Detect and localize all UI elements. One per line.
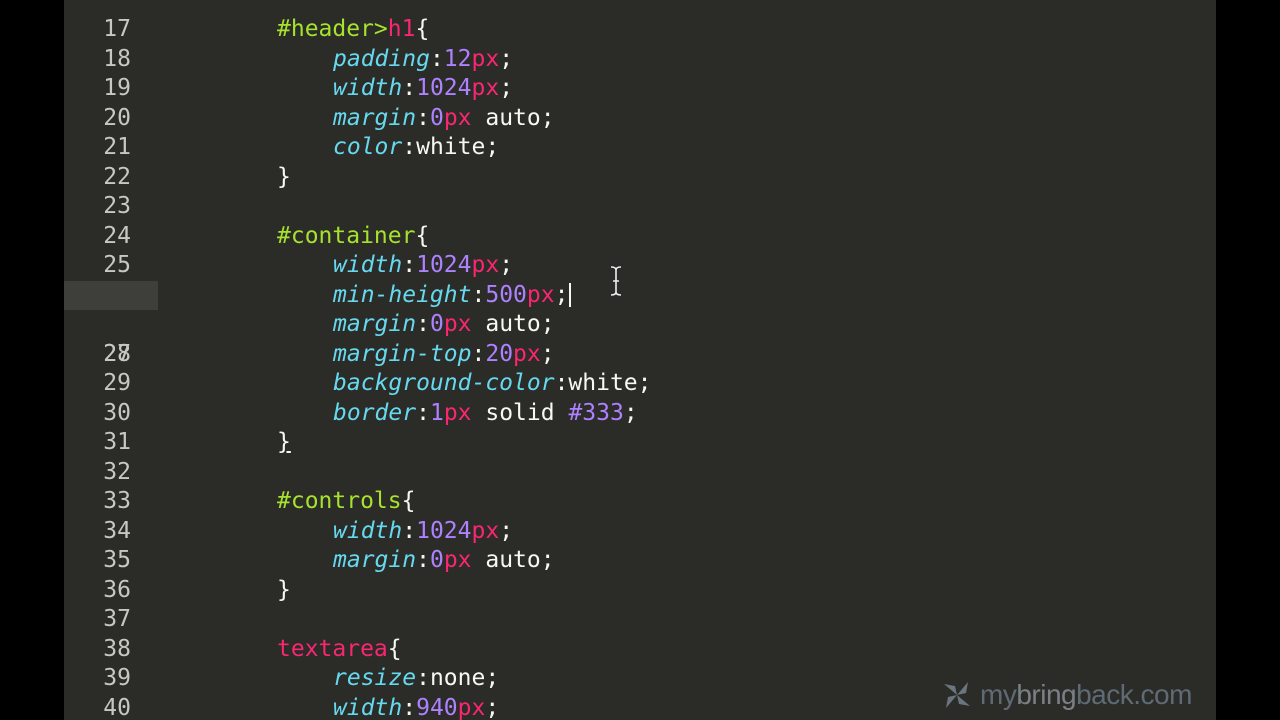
css-property: min-height <box>333 281 472 308</box>
active-line-highlight <box>64 280 158 310</box>
text-caret <box>569 283 572 307</box>
code-editor[interactable]: 17 18 #header>h1{ 19 padding:12px; 20 wi… <box>64 0 1216 720</box>
code-line[interactable]: 17 <box>64 0 1216 42</box>
css-tag: textarea <box>277 635 388 662</box>
css-unit: px <box>457 694 486 720</box>
pinwheel-icon <box>944 682 970 708</box>
code-line[interactable]: 35 width:1024px; <box>64 517 1216 574</box>
css-unit: px <box>443 547 472 573</box>
css-number: 1 <box>429 399 444 426</box>
css-unit: px <box>443 399 472 426</box>
css-unit: px <box>443 104 472 131</box>
watermark-suffix: back.com <box>1076 679 1192 710</box>
code-line[interactable]: 25 #container{ <box>64 222 1216 279</box>
code-line[interactable]: 34 #controls{ <box>64 487 1216 544</box>
css-number: 1024 <box>416 517 472 544</box>
code-line[interactable]: 30 background-color:white; <box>64 369 1216 426</box>
code-line[interactable]: 20 width:1024px; <box>64 74 1216 131</box>
css-property: margin-top <box>333 340 472 367</box>
css-number: 1024 <box>416 75 472 101</box>
css-tag: h1 <box>387 16 416 42</box>
css-property: width <box>333 75 403 101</box>
css-value: solid <box>471 399 569 426</box>
css-number: 1024 <box>416 252 472 278</box>
code-line[interactable]: 36 margin:0px auto; <box>64 546 1216 603</box>
code-line[interactable]: 23 } <box>64 163 1216 220</box>
code-line[interactable]: 37 } <box>64 576 1216 633</box>
watermark-prefix: my <box>980 679 1017 710</box>
open-brace: { <box>415 222 430 249</box>
open-brace: { <box>415 16 430 42</box>
open-brace: { <box>401 488 416 514</box>
css-unit: px <box>471 517 500 544</box>
css-property: margin <box>333 547 417 573</box>
css-selector: #controls <box>277 488 402 514</box>
css-property: border <box>333 399 417 426</box>
close-brace: } <box>277 163 291 190</box>
code-line[interactable]: 31 border:1px solid #333; <box>64 399 1216 456</box>
watermark-logo: mybringback.com <box>940 678 1192 712</box>
css-unit: px <box>513 340 541 367</box>
css-unit: px <box>443 311 472 337</box>
css-value: auto; <box>471 104 555 131</box>
css-property: width <box>333 517 403 544</box>
css-unit: px <box>471 75 500 101</box>
code-line[interactable]: 18 #header>h1{ <box>64 15 1216 72</box>
code-line[interactable]: 38 <box>64 605 1216 662</box>
css-property: padding <box>333 45 430 72</box>
css-property: color <box>333 134 403 160</box>
css-value: white; <box>416 134 500 160</box>
css-property: margin <box>333 104 417 131</box>
code-line[interactable]: 22 color:white; <box>64 133 1216 190</box>
code-line[interactable]: 24 <box>64 192 1216 249</box>
css-property: resize <box>333 665 417 691</box>
css-property: margin <box>333 311 417 337</box>
code-line[interactable]: 29 margin-top:20px; <box>64 340 1216 397</box>
code-line-active[interactable]: 27 min-height:500px; <box>64 280 1216 367</box>
css-unit: px <box>471 45 500 72</box>
css-property: width <box>333 252 403 278</box>
css-selector: #header> <box>277 16 388 42</box>
close-brace: } <box>277 429 291 455</box>
css-value: none; <box>429 665 500 691</box>
css-number: 0 <box>429 104 444 131</box>
css-value: auto; <box>471 547 555 573</box>
css-property: background-color <box>333 370 555 396</box>
watermark-brand: bring <box>1016 679 1077 710</box>
code-line[interactable]: 28 margin:0px auto; <box>64 310 1216 367</box>
css-unit: px <box>526 281 555 308</box>
code-line[interactable]: 19 padding:12px; <box>64 45 1216 102</box>
css-number: 0 <box>429 547 444 573</box>
code-line[interactable]: 32 } <box>64 428 1216 485</box>
css-property: width <box>333 694 403 720</box>
code-line[interactable]: 33 <box>64 458 1216 514</box>
css-number: 940 <box>416 694 458 720</box>
css-number: 500 <box>485 281 527 308</box>
css-number: 0 <box>429 311 444 337</box>
css-unit: px <box>471 252 500 278</box>
css-hex-color: #333 <box>568 399 624 426</box>
close-brace: } <box>277 576 291 603</box>
css-number: 12 <box>443 45 472 72</box>
open-brace: { <box>387 635 402 662</box>
css-number: 20 <box>485 340 514 367</box>
ibeam-cursor-icon <box>610 266 622 296</box>
code-line[interactable]: 39 textarea{ <box>64 635 1216 692</box>
code-line[interactable]: 21 margin:0px auto; <box>64 104 1216 161</box>
css-value: white; <box>568 370 652 396</box>
css-value: auto; <box>471 311 555 337</box>
css-selector: #container <box>277 222 416 249</box>
code-line[interactable]: 26 width:1024px; <box>64 251 1216 308</box>
